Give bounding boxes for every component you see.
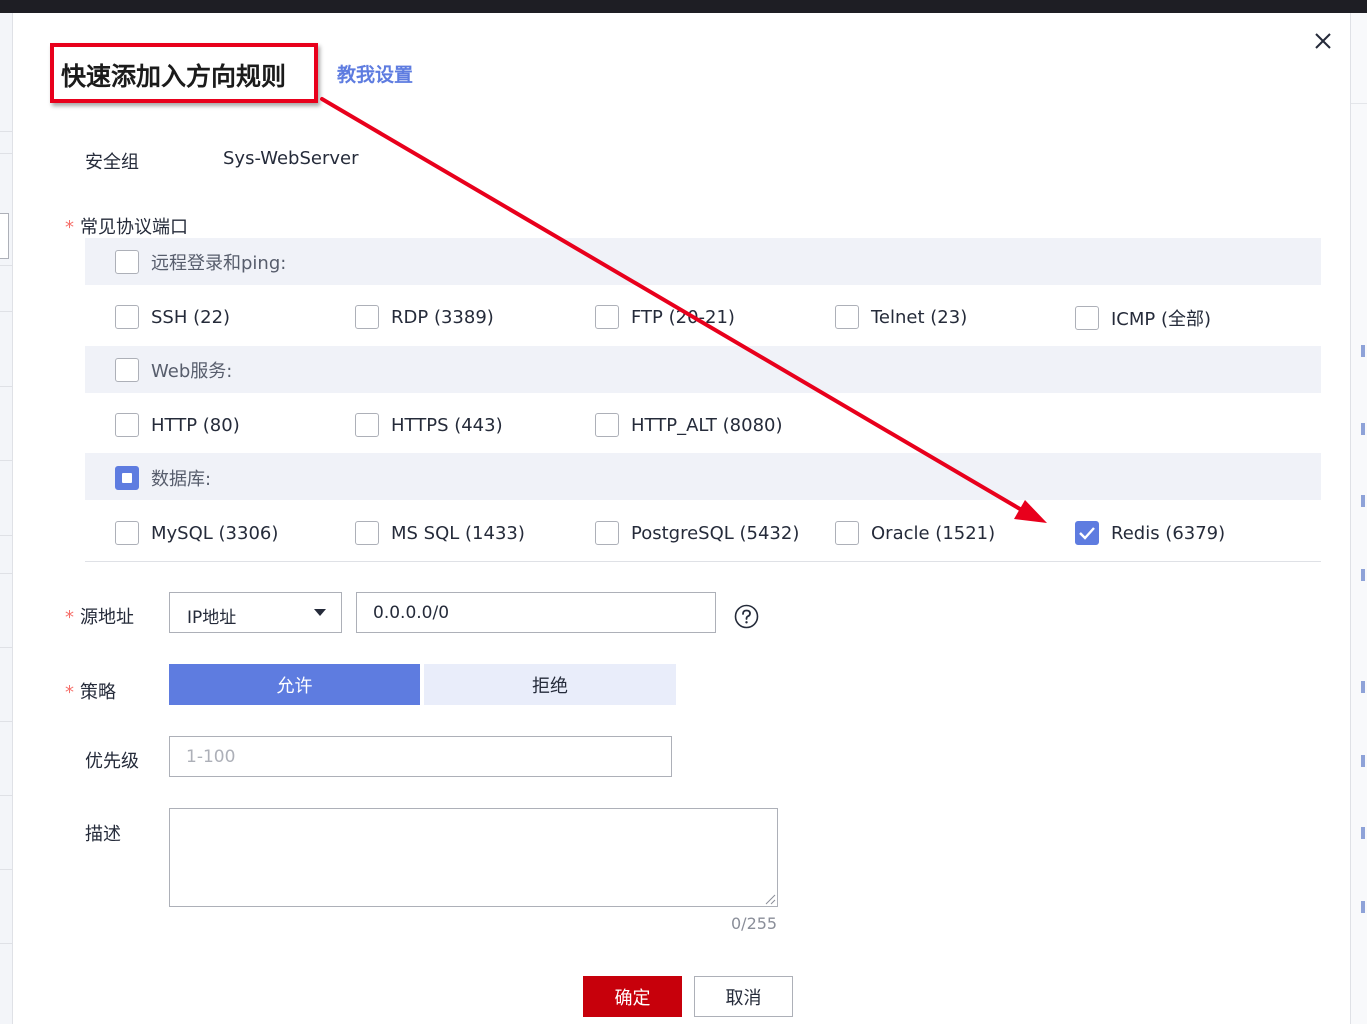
checkbox-label: HTTPS (443) [391,414,503,436]
checkbox-label: MS SQL (1433) [391,522,525,544]
checkbox-box[interactable] [595,305,619,329]
checkbox-https[interactable]: HTTPS (443) [355,413,503,437]
checkbox-box[interactable] [1075,306,1099,330]
checkbox-label: MySQL (3306) [151,522,279,544]
checkbox-label: Redis (6379) [1111,522,1226,544]
checkbox-ftp[interactable]: FTP (20-21) [595,305,735,329]
policy-deny-button[interactable]: 拒绝 [424,664,676,705]
background-page-left [0,13,13,1024]
priority-label: 优先级 [85,751,139,772]
description-label: 描述 [85,824,121,845]
required-mark: * [65,682,74,703]
checkbox-box[interactable] [835,521,859,545]
resize-grip-icon[interactable] [764,893,776,905]
group-label: Web服务: [151,361,233,382]
question-circle-icon [734,604,759,629]
divider [85,561,1321,562]
checkbox-box[interactable] [355,305,379,329]
policy-label: * 策略 [65,678,116,704]
checkbox-telnet[interactable]: Telnet (23) [835,305,967,329]
confirm-button[interactable]: 确定 [583,976,682,1017]
guide-link[interactable]: 教我设置 [337,60,413,87]
checkbox-label: RDP (3389) [391,306,494,328]
checkbox-postgresql[interactable]: PostgreSQL (5432) [595,521,799,545]
checkbox-box[interactable] [115,250,139,274]
close-button[interactable] [1309,27,1337,55]
checkbox-mssql[interactable]: MS SQL (1433) [355,521,525,545]
cancel-button[interactable]: 取消 [694,976,793,1017]
checkbox-group-database[interactable]: 数据库: [115,465,211,491]
checkbox-box[interactable] [115,305,139,329]
required-mark: * [65,607,74,628]
group-header-web [85,346,1321,393]
checkbox-mysql[interactable]: MySQL (3306) [115,521,278,545]
checkbox-box[interactable] [355,413,379,437]
description-counter: 0/255 [731,914,778,933]
checkbox-label: ICMP (全部) [1111,309,1212,330]
caret-down-icon [314,609,326,616]
priority-input[interactable] [169,736,672,777]
checkbox-label: SSH (22) [151,306,231,328]
checkbox-label: Telnet (23) [871,306,968,328]
policy-allow-button[interactable]: 允许 [169,664,420,705]
group-label: 数据库: [151,469,212,490]
checkbox-box[interactable] [355,521,379,545]
checkbox-box[interactable] [115,413,139,437]
group-header-database [85,453,1321,500]
ports-label-text: 常见协议端口 [80,217,188,238]
add-inbound-rule-dialog: 快速添加入方向规则 教我设置 安全组 Sys-WebServer * 常见协议端口… [13,13,1350,1024]
ports-label: * 常见协议端口 [65,213,188,239]
checkbox-group-remote[interactable]: 远程登录和ping: [115,249,286,275]
background-button [0,213,9,259]
checkbox-http-alt[interactable]: HTTP_ALT (8080) [595,413,783,437]
checkbox-http[interactable]: HTTP (80) [115,413,240,437]
check-icon [1079,527,1095,540]
checkbox-rdp[interactable]: RDP (3389) [355,305,494,329]
required-mark: * [65,217,74,238]
checkbox-box-partial[interactable] [115,466,139,490]
checkbox-box-checked[interactable] [1075,521,1099,545]
security-group-value: Sys-WebServer [223,148,359,169]
close-icon [1315,33,1331,49]
description-textarea[interactable] [169,808,778,907]
source-type-value: IP地址 [187,608,237,628]
background-page-right [1350,13,1367,1024]
checkbox-label: Oracle (1521) [871,522,996,544]
checkbox-icmp[interactable]: ICMP (全部) [1075,305,1211,331]
policy-label-text: 策略 [80,682,116,703]
checkbox-oracle[interactable]: Oracle (1521) [835,521,995,545]
checkbox-box[interactable] [115,358,139,382]
checkbox-box[interactable] [115,521,139,545]
security-group-label: 安全组 [85,152,139,173]
checkbox-label: PostgreSQL (5432) [631,522,800,544]
checkbox-label: HTTP_ALT (8080) [631,414,783,436]
source-address-input[interactable] [356,592,716,633]
checkbox-ssh[interactable]: SSH (22) [115,305,230,329]
background-topbar [0,0,1367,13]
checkbox-redis[interactable]: Redis (6379) [1075,521,1225,545]
source-label-text: 源地址 [80,607,134,628]
help-button[interactable] [734,604,759,629]
source-label: * 源地址 [65,603,134,629]
group-label: 远程登录和ping: [151,253,287,274]
checkbox-label: HTTP (80) [151,414,240,436]
checkbox-group-web[interactable]: Web服务: [115,357,232,383]
source-type-select[interactable]: IP地址 [169,592,342,633]
checkbox-box[interactable] [595,413,619,437]
checkbox-box[interactable] [835,305,859,329]
dialog-title: 快速添加入方向规则 [61,62,287,91]
checkbox-box[interactable] [595,521,619,545]
checkbox-label: FTP (20-21) [631,306,735,328]
